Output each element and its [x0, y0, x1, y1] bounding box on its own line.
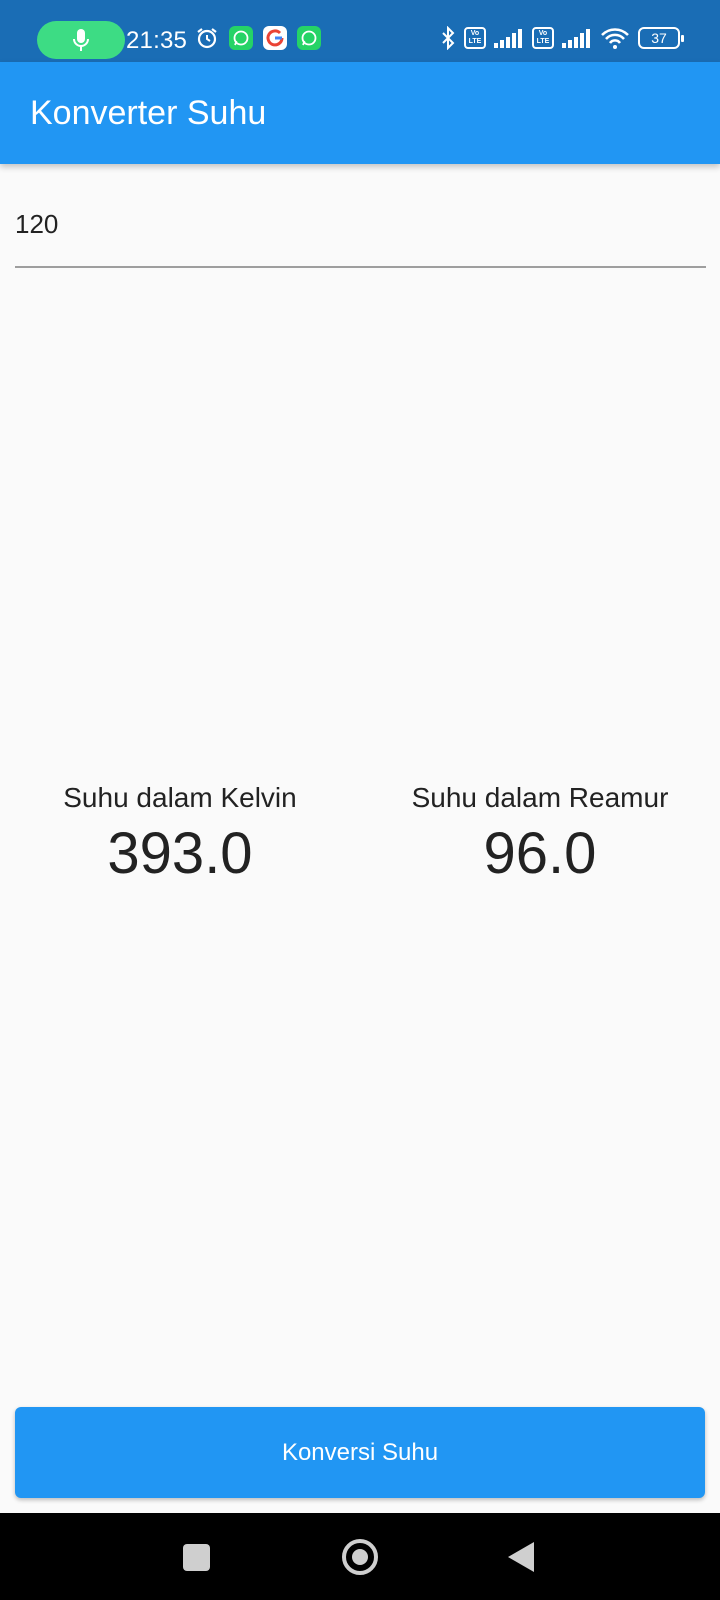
status-time: 21:35	[126, 27, 188, 54]
kelvin-result: Suhu dalam Kelvin 393.0	[0, 782, 360, 887]
notification-icons	[195, 26, 321, 50]
volte-icon: Vo LTE	[532, 27, 554, 49]
convert-button[interactable]: Konversi Suhu	[15, 1407, 705, 1498]
kelvin-value: 393.0	[107, 821, 253, 886]
temperature-input[interactable]	[15, 200, 706, 268]
recent-apps-icon[interactable]	[183, 1544, 210, 1571]
signal-icon	[494, 29, 522, 48]
google-icon	[263, 26, 287, 50]
whatsapp-icon	[297, 26, 321, 50]
reamur-result: Suhu dalam Reamur 96.0	[360, 782, 720, 887]
whatsapp-icon	[229, 26, 253, 50]
bluetooth-icon	[442, 26, 455, 50]
home-icon[interactable]	[342, 1539, 378, 1575]
battery-icon: 37	[638, 27, 684, 49]
volte-icon: Vo LTE	[464, 27, 486, 49]
signal-icon	[562, 29, 590, 48]
reamur-label: Suhu dalam Reamur	[411, 782, 669, 813]
system-status-icons: Vo LTE Vo LTE 37	[440, 26, 684, 50]
alarm-icon	[197, 28, 217, 49]
back-icon[interactable]	[508, 1542, 534, 1572]
kelvin-label: Suhu dalam Kelvin	[63, 782, 297, 813]
mic-icon	[73, 29, 89, 51]
navigation-bar	[0, 1513, 720, 1600]
reamur-value: 96.0	[483, 821, 597, 886]
results-row: Suhu dalam Kelvin 393.0 Suhu dalam Reamu…	[0, 782, 720, 887]
mic-indicator[interactable]	[37, 21, 125, 59]
page-title: Konverter Suhu	[30, 94, 267, 132]
status-bar: 21:35 Vo LTE Vo LTE 37	[0, 0, 720, 62]
app-bar: Konverter Suhu	[0, 62, 720, 164]
wifi-icon	[601, 28, 629, 49]
